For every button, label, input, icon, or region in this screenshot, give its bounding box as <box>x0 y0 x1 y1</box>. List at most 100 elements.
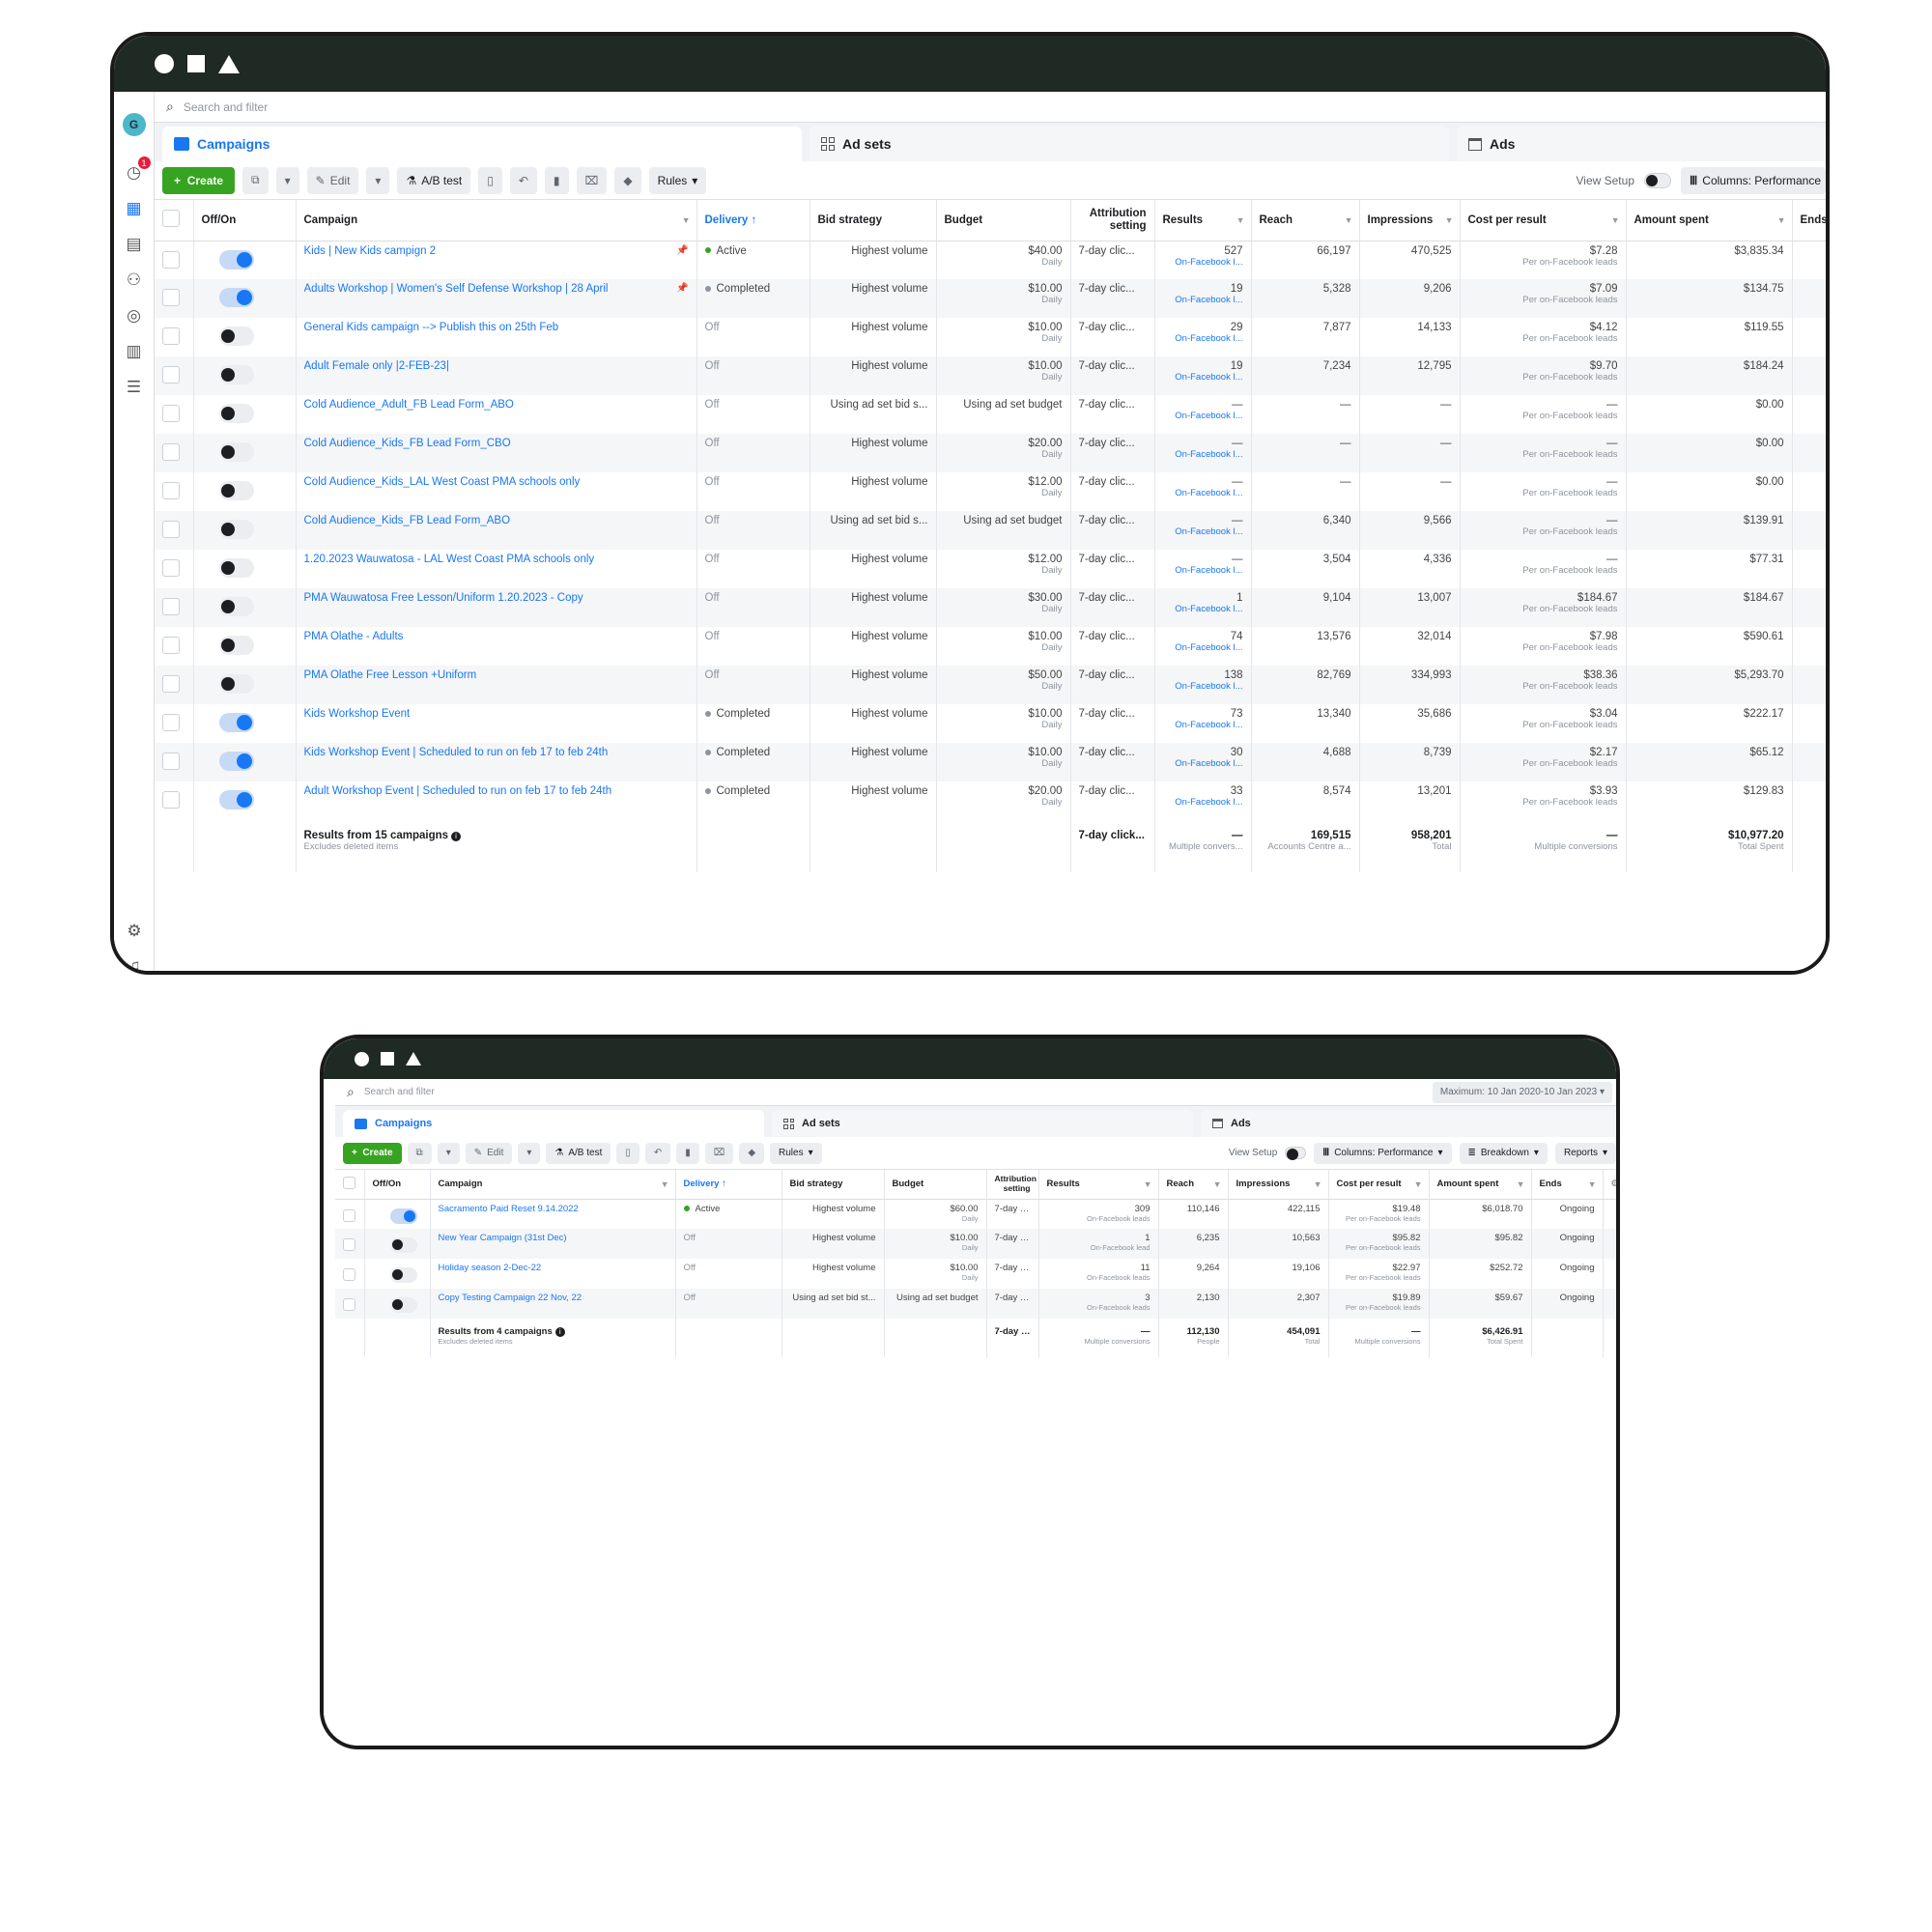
col-impressions[interactable]: Impressions ▼ <box>1228 1170 1329 1200</box>
campaign-toggle[interactable] <box>218 481 254 500</box>
col-ends[interactable]: Ends <box>1792 200 1826 242</box>
table-row[interactable]: Cold Audience_Adult_FB Lead Form_ABO Off U… <box>155 395 1826 434</box>
results-type[interactable]: On-Facebook l... <box>1163 372 1242 383</box>
table-row[interactable]: Cold Audience_Kids_FB Lead Form_CBO Off Hi… <box>155 434 1826 472</box>
edit-dropdown-icon[interactable]: ▾ <box>518 1142 541 1164</box>
campaign-name-link[interactable]: Sacramento Paid Reset 9.14.2022 <box>439 1204 668 1214</box>
col-results[interactable]: Results ▼ <box>1038 1170 1159 1200</box>
col-delivery[interactable]: Delivery ↑ <box>696 200 810 242</box>
columns-button[interactable]: Ⅲ Columns: Performance <box>1681 166 1826 194</box>
row-checkbox[interactable] <box>162 405 180 422</box>
campaign-name-link[interactable]: Adult Workshop Event | Scheduled to run … <box>304 785 689 797</box>
search-bar[interactable]: ⌕ Search and filter Maximum: 10 Jan 2020… <box>335 1079 1616 1106</box>
ab-test-button[interactable]: ⚗ A/B test <box>397 166 471 194</box>
col-cost-per-result[interactable]: Cost per result ▼ <box>1460 200 1627 242</box>
col-amount-spent[interactable]: Amount spent ▼ <box>1626 200 1793 242</box>
tab-ad-sets[interactable]: Ad sets <box>810 127 1449 161</box>
table-row[interactable]: PMA Olathe - Adults Off Highest volume $10.… <box>155 627 1826 666</box>
results-type[interactable]: On-Facebook l... <box>1163 758 1242 769</box>
table-row[interactable]: 1.20.2023 Wauwatosa - LAL West Coast PMA… <box>155 550 1826 588</box>
campaign-toggle[interactable] <box>218 288 254 307</box>
view-setup-toggle[interactable] <box>1285 1147 1307 1160</box>
results-type[interactable]: On-Facebook l... <box>1163 257 1242 268</box>
billing-icon[interactable]: ▥ <box>123 339 146 364</box>
table-row[interactable]: New Year Campaign (31st Dec) Off Highest v… <box>335 1229 1616 1259</box>
pages-icon[interactable]: ▤ <box>123 232 146 257</box>
row-checkbox[interactable] <box>162 482 180 499</box>
row-checkbox[interactable] <box>162 289 180 306</box>
trash-icon[interactable]: ▯ <box>616 1142 639 1164</box>
select-all-checkbox[interactable] <box>162 210 180 228</box>
campaign-name-link[interactable]: Cold Audience_Kids_FB Lead Form_CBO <box>304 438 689 449</box>
settings-gear-icon[interactable]: ⚙ <box>123 919 146 944</box>
campaign-toggle[interactable] <box>218 520 254 539</box>
row-checkbox[interactable] <box>343 1208 355 1222</box>
row-checkbox[interactable] <box>162 559 180 577</box>
col-impressions[interactable]: Impressions ▼ <box>1359 200 1461 242</box>
campaign-name-link[interactable]: PMA Olathe Free Lesson +Uniform <box>304 669 689 681</box>
campaign-toggle[interactable] <box>218 597 254 616</box>
col-offon[interactable]: Off/On <box>193 200 297 242</box>
results-type[interactable]: On-Facebook l... <box>1163 411 1242 421</box>
results-type[interactable]: On-Facebook l... <box>1163 720 1242 730</box>
table-row[interactable]: Adult Workshop Event | Scheduled to run … <box>155 781 1826 820</box>
table-row[interactable]: 📌 Kids | New Kids campign 2 Active Highest … <box>155 241 1826 279</box>
notifications-icon[interactable]: ◷ 1 <box>123 156 151 185</box>
campaign-toggle[interactable] <box>389 1297 417 1313</box>
row-checkbox[interactable] <box>343 1238 355 1251</box>
row-checkbox[interactable] <box>162 714 180 731</box>
row-checkbox[interactable] <box>162 637 180 654</box>
comment-icon[interactable]: ⌧ <box>576 166 608 194</box>
table-row[interactable]: Kids Workshop Event | Scheduled to run o… <box>155 743 1826 781</box>
results-type[interactable]: On-Facebook l... <box>1163 642 1242 653</box>
search-bar[interactable]: ⌕ Search and filter <box>155 92 1826 123</box>
reports-button[interactable]: Reports ▾ <box>1554 1142 1616 1164</box>
campaign-toggle[interactable] <box>218 442 254 462</box>
results-type[interactable]: On-Facebook l... <box>1163 526 1242 537</box>
undo-icon[interactable]: ↶ <box>509 166 537 194</box>
delete-icon[interactable]: ▮ <box>544 166 569 194</box>
col-campaign[interactable]: Campaign ▼ <box>430 1170 676 1200</box>
campaign-toggle[interactable] <box>389 1237 417 1253</box>
tab-ads[interactable]: Ads <box>1201 1110 1616 1137</box>
columns-button[interactable]: Ⅲ Columns: Performance ▾ <box>1314 1142 1452 1164</box>
campaign-toggle[interactable] <box>218 558 254 578</box>
col-reach[interactable]: Reach ▼ <box>1158 1170 1229 1200</box>
campaign-name-link[interactable]: Cold Audience_Kids_FB Lead Form_ABO <box>304 515 689 526</box>
col-reach[interactable]: Reach ▼ <box>1251 200 1360 242</box>
col-bid-strategy[interactable]: Bid strategy <box>810 200 937 242</box>
col-attribution[interactable]: Attribution setting <box>986 1170 1039 1200</box>
tab-campaigns[interactable]: Campaigns <box>343 1110 764 1137</box>
rules-button[interactable]: Rules ▾ <box>648 166 707 194</box>
row-checkbox[interactable] <box>162 443 180 461</box>
date-range-picker[interactable]: Maximum: 10 Jan 2020-10 Jan 2023 ▾ <box>1432 1081 1612 1103</box>
col-ends[interactable]: Ends ▼ <box>1531 1170 1604 1200</box>
campaign-toggle[interactable] <box>218 790 254 810</box>
row-checkbox[interactable] <box>343 1268 355 1281</box>
campaign-name-link[interactable]: Copy Testing Campaign 22 Nov, 22 <box>439 1293 668 1303</box>
results-type[interactable]: On-Facebook l... <box>1163 565 1242 576</box>
create-button[interactable]: + Create <box>162 166 236 194</box>
campaign-name-link[interactable]: PMA Wauwatosa Free Lesson/Uniform 1.20.2… <box>304 592 689 604</box>
campaign-name-link[interactable]: Cold Audience_Kids_LAL West Coast PMA sc… <box>304 476 689 488</box>
select-all-header[interactable] <box>155 200 194 242</box>
campaign-name-link[interactable]: 1.20.2023 Wauwatosa - LAL West Coast PMA… <box>304 554 689 565</box>
table-row[interactable]: General Kids campaign --> Publish this o… <box>155 318 1826 356</box>
info-icon[interactable]: i <box>554 1327 565 1337</box>
row-checkbox[interactable] <box>162 250 180 269</box>
view-setup-toggle[interactable] <box>1644 172 1671 188</box>
pin-icon[interactable]: 📌 <box>676 245 688 256</box>
campaign-name-link[interactable]: New Year Campaign (31st Dec) <box>439 1233 668 1243</box>
row-checkbox[interactable] <box>162 791 180 809</box>
campaign-name-link[interactable]: General Kids campaign --> Publish this o… <box>304 322 689 333</box>
edit-button[interactable]: ✎ Edit <box>306 166 359 194</box>
campaign-name-link[interactable]: Adult Female only |2-FEB-23| <box>304 360 689 372</box>
info-icon[interactable]: i <box>451 832 462 841</box>
campaign-toggle[interactable] <box>218 674 254 694</box>
col-delivery[interactable]: Delivery ↑ <box>675 1170 782 1200</box>
tab-ad-sets[interactable]: Ad sets <box>772 1110 1193 1137</box>
campaign-name-link[interactable]: Kids Workshop Event <box>304 708 689 720</box>
table-row[interactable]: PMA Wauwatosa Free Lesson/Uniform 1.20.2… <box>155 588 1826 627</box>
results-type[interactable]: On-Facebook l... <box>1163 604 1242 614</box>
table-row[interactable]: 📌 Adults Workshop | Women's Self Defense … <box>155 279 1826 318</box>
